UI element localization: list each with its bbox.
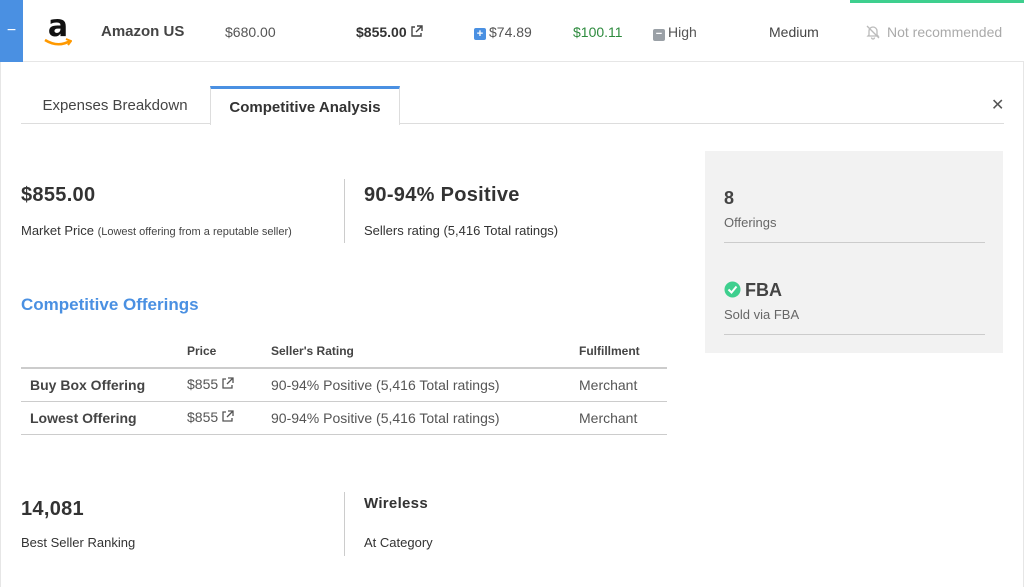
price-value: $855 <box>187 376 219 393</box>
external-link-icon[interactable] <box>410 25 423 41</box>
fulfillment-cell: Merchant <box>579 401 667 435</box>
table-row: Lowest Offering $855 90-94% Positive (5,… <box>21 401 667 435</box>
top-accent-bar <box>850 0 1024 3</box>
header-empty <box>21 335 187 369</box>
section-title-competitive-offerings: Competitive Offerings <box>21 295 199 314</box>
row-label: Buy Box Offering <box>21 368 187 402</box>
sellers-rating-label: Sellers rating (5,416 Total ratings) <box>364 223 559 238</box>
cost-price: $680.00 <box>225 24 276 40</box>
recommendation-label: Not recommended <box>887 24 1003 40</box>
sellers-rating-stat: 90-94% Positive <box>364 184 520 206</box>
market-price-note: (Lowest offering from a reputable seller… <box>97 226 292 238</box>
profit-value: $100.11 <box>573 24 623 40</box>
rating-cell: 90-94% Positive (5,416 Total ratings) <box>271 401 579 435</box>
check-circle-icon <box>724 281 741 303</box>
bell-slash-icon <box>865 24 887 40</box>
table-row: Buy Box Offering $855 90-94% Positive (5… <box>21 368 667 402</box>
external-link-icon[interactable] <box>221 410 234 426</box>
market-price-value: $855.00 <box>356 24 407 40</box>
offerings-label: Offerings <box>724 215 777 230</box>
fba-value: FBA <box>745 280 782 300</box>
market-price-link[interactable]: $855.00 <box>356 24 423 41</box>
minus-icon: − <box>653 29 665 41</box>
price-cell[interactable]: $855 <box>187 401 271 435</box>
tab-bar: Expenses Breakdown Competitive Analysis <box>21 86 1004 125</box>
divider <box>344 492 345 556</box>
offerings-table: Price Seller's Rating Fulfillment Buy Bo… <box>21 335 667 435</box>
header-price: Price <box>187 335 271 369</box>
header-fulfillment: Fulfillment <box>579 335 667 369</box>
best-seller-ranking-stat: 14,081 <box>21 498 84 520</box>
fees-cell[interactable]: + $74.89 <box>474 24 532 40</box>
divider <box>344 179 345 243</box>
fees-value: $74.89 <box>489 24 532 40</box>
demand-value: High <box>668 24 697 40</box>
fba-label: Sold via FBA <box>724 307 800 322</box>
table-header-row: Price Seller's Rating Fulfillment <box>21 335 667 369</box>
market-price-label: Market Price (Lowest offering from a rep… <box>21 223 292 238</box>
close-icon[interactable]: ✕ <box>991 95 1004 115</box>
category-label: At Category <box>364 535 433 550</box>
summary-sidebar: 8 Offerings FBA Sold via FBA <box>705 151 1003 353</box>
market-price-label-text: Market Price <box>21 223 94 238</box>
row-label: Lowest Offering <box>21 401 187 435</box>
product-row: − a Amazon US $680.00 $855.00 + $74.89 $1… <box>0 0 1024 62</box>
external-link-icon[interactable] <box>221 377 234 393</box>
fulfillment-cell: Merchant <box>579 368 667 402</box>
demand-cell: − High <box>653 24 697 41</box>
amazon-logo: a <box>42 12 74 50</box>
price-value: $855 <box>187 409 219 425</box>
category-stat: Wireless <box>364 495 428 512</box>
offerings-count: 8 <box>724 188 735 208</box>
market-price-stat: $855.00 <box>21 184 96 206</box>
detail-panel: Expenses Breakdown Competitive Analysis … <box>0 62 1024 587</box>
fba-status: FBA <box>724 280 782 303</box>
tab-competitive-analysis[interactable]: Competitive Analysis <box>210 86 400 125</box>
divider <box>724 242 985 243</box>
price-cell[interactable]: $855 <box>187 368 271 402</box>
divider <box>724 334 985 335</box>
expand-plus-icon[interactable]: + <box>474 28 486 40</box>
header-seller-rating: Seller's Rating <box>271 335 579 369</box>
rating-cell: 90-94% Positive (5,416 Total ratings) <box>271 368 579 402</box>
recommendation-status: Not recommended <box>865 24 1002 40</box>
collapse-button[interactable]: − <box>0 0 23 62</box>
store-name: Amazon US <box>101 23 185 40</box>
competition-value: Medium <box>769 24 819 40</box>
best-seller-ranking-label: Best Seller Ranking <box>21 535 136 550</box>
tab-expenses-breakdown[interactable]: Expenses Breakdown <box>21 86 209 124</box>
